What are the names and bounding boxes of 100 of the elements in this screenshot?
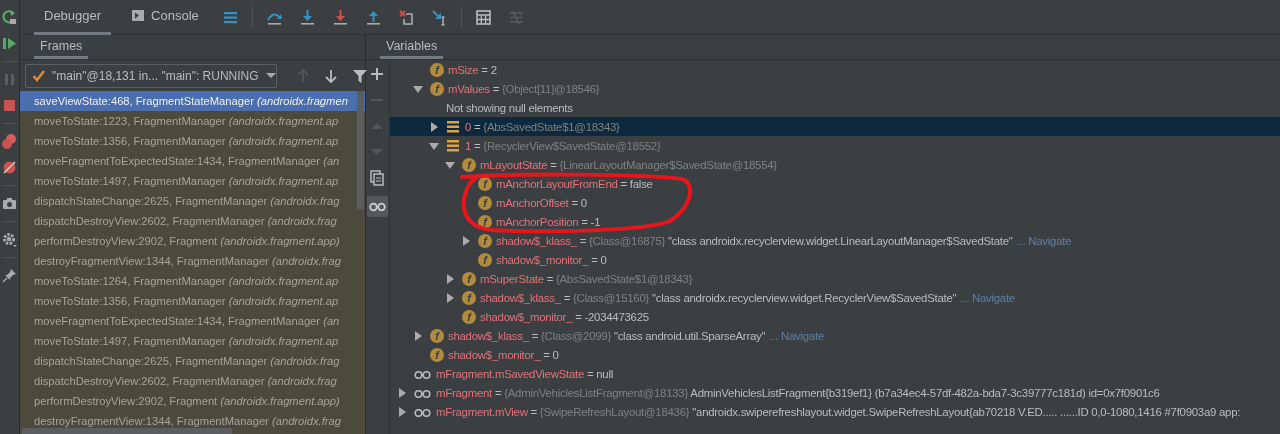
variable-row[interactable]: f mLayoutState = {LinearLayoutManager$SavedState@18554} bbox=[390, 155, 1280, 174]
variable-row[interactable]: f mSuperState = {AbsSavedState$1@18343} bbox=[390, 269, 1280, 288]
variable-entry: mLayoutState = {LinearLayoutManager$SavedState@18554} bbox=[480, 158, 777, 171]
tab[interactable]: Console bbox=[121, 0, 209, 35]
variable-row[interactable]: mFragment.mView = {SwipeRefreshLayout@18436} "androidx.swiperefreshlayout.widget.SwipeRefreshLayout{ab70218 V.ED..... ......ID 0,0-1080,1416 #7f0903a9 app: bbox=[390, 402, 1280, 421]
frame-row[interactable]: moveToState:1356, FragmentManager (androidx.fragment.ap bbox=[20, 131, 365, 151]
field-icon: f bbox=[478, 195, 492, 210]
variable-row[interactable]: f mAnchorOffset = 0 bbox=[390, 193, 1280, 212]
frame-row[interactable]: moveToState:1497, FragmentManager (androidx.fragment.ap bbox=[20, 171, 365, 191]
camera-icon[interactable] bbox=[1, 195, 18, 212]
variable-entry: mFragment.mSavedViewState = null bbox=[436, 367, 613, 380]
expand-arrow-icon[interactable] bbox=[412, 329, 424, 342]
variable-row[interactable]: 1 = {RecyclerView$SavedState@18552} bbox=[390, 136, 1280, 155]
variable-entry: mSize = 2 bbox=[448, 63, 497, 76]
variable-entry: shadow$_klass_ = {Class@16875} "class androidx.recyclerview.widget.LinearLayoutManager$SavedState" bbox=[496, 234, 1013, 247]
variable-row[interactable]: f shadow$_monitor_ = -2034473625 bbox=[390, 307, 1280, 326]
field-icon: f bbox=[430, 62, 444, 77]
variable-row[interactable]: f mAnchorLayoutFromEnd = false bbox=[390, 174, 1280, 193]
info-text: Not showing null elements bbox=[446, 101, 573, 114]
caret-icon bbox=[264, 72, 277, 79]
variable-entry: shadow$_klass_ = {Class@15160} "class androidx.recyclerview.widget.RecyclerView$SavedState" bbox=[480, 291, 957, 304]
variable-entry: mAnchorOffset = 0 bbox=[496, 196, 587, 209]
calculator-icon[interactable] bbox=[474, 8, 492, 26]
filter-icon[interactable] bbox=[352, 67, 368, 84]
frame-row[interactable]: moveFragmentToExpectedState:1434, FragmentManager (an bbox=[20, 311, 365, 331]
variable-row[interactable]: f shadow$_klass_ = {Class@16875} "class androidx.recyclerview.widget.LinearLayoutManager$SavedState" ... Navigate bbox=[390, 231, 1280, 250]
arrow-down-icon[interactable] bbox=[324, 67, 338, 84]
field-icon: f bbox=[430, 81, 444, 96]
step-out-icon[interactable] bbox=[364, 8, 382, 26]
expand-arrow-icon[interactable] bbox=[396, 386, 408, 399]
scrollbar[interactable] bbox=[22, 428, 232, 434]
variable-row[interactable]: 0 = {AbsSavedState$1@18343} bbox=[390, 117, 1280, 136]
field-icon: f bbox=[430, 347, 444, 362]
frame-row[interactable]: destroyFragmentView:1344, FragmentManager (androidx.frag bbox=[20, 251, 365, 271]
field-icon: f bbox=[462, 290, 476, 305]
console-icon bbox=[131, 8, 146, 23]
expand-arrow-icon[interactable] bbox=[444, 291, 456, 304]
step-into-icon[interactable] bbox=[298, 8, 316, 26]
frame-row[interactable]: moveFragmentToExpectedState:1434, FragmentManager (an bbox=[20, 151, 365, 171]
drop-frame-icon[interactable] bbox=[397, 8, 415, 26]
variable-entry: mSuperState = {AbsSavedState$1@18343} bbox=[480, 272, 693, 285]
add-icon[interactable] bbox=[369, 66, 386, 83]
mute-breakpoints-icon[interactable] bbox=[1, 159, 18, 176]
variable-entry: mAnchorPosition = -1 bbox=[496, 215, 601, 228]
field-icon: f bbox=[478, 214, 492, 229]
run-to-cursor-icon[interactable] bbox=[430, 8, 448, 26]
field-icon: f bbox=[462, 271, 476, 286]
frame-row[interactable]: dispatchStateChange:2625, FragmentManager (androidx.frag bbox=[20, 351, 365, 371]
glasses-icon[interactable] bbox=[367, 196, 388, 217]
variable-row[interactable]: f mSize = 2 bbox=[390, 60, 1280, 79]
pin-icon[interactable] bbox=[1, 267, 18, 284]
variable-entry: mAnchorLayoutFromEnd = false bbox=[496, 177, 653, 190]
settings-icon[interactable] bbox=[1, 231, 18, 248]
expand-arrow-icon[interactable] bbox=[428, 120, 440, 133]
rerun-icon[interactable] bbox=[1, 9, 18, 26]
frame-row[interactable]: dispatchDestroyView:2602, FragmentManager (androidx.frag bbox=[20, 211, 365, 231]
field-icon: f bbox=[478, 233, 492, 248]
field-icon: f bbox=[478, 252, 492, 267]
field-icon: f bbox=[462, 157, 476, 172]
variable-entry: mFragment.mView = {SwipeRefreshLayout@18436} "androidx.swiperefreshlayout.widget.SwipeRefreshLayout{ab70218 V.ED..... ......ID 0,0-1080,1416 #7f0903a9 app: bbox=[436, 405, 1241, 418]
frame-row[interactable]: moveToState:1264, FragmentManager (androidx.fragment.ap bbox=[20, 271, 365, 291]
variable-row[interactable]: mFragment.mSavedViewState = null bbox=[390, 364, 1280, 383]
variable-row[interactable]: mFragment = {AdminVehiclesListFragment@18133} AdminVehiclesListFragment{b319ef1} (b7a34ec4-57df-482a-bda7-3c39777c181d) id=0x7f0901c6 bbox=[390, 383, 1280, 402]
stop-icon[interactable] bbox=[1, 97, 18, 114]
scrollbar[interactable] bbox=[357, 91, 364, 209]
resume-icon[interactable] bbox=[1, 35, 18, 52]
frame-row[interactable]: moveToState:1356, FragmentManager (androidx.fragment.ap bbox=[20, 291, 365, 311]
variable-entry: mValues = {Object[11]@18546} bbox=[448, 82, 600, 95]
list-icon bbox=[446, 119, 460, 134]
variable-entry: 0 = {AbsSavedState$1@18343} bbox=[465, 120, 620, 133]
thread-dropdown[interactable]: "main"@18,131 in... "main": RUNNING bbox=[25, 63, 277, 88]
variable-entry: shadow$_klass_ = {Class@2099} "class android.util.SparseArray" bbox=[448, 329, 766, 342]
frame-row[interactable]: performDestroyView:2902, Fragment (androidx.fragment.app) bbox=[20, 391, 365, 411]
variable-entry: shadow$_monitor_ = 0 bbox=[448, 348, 559, 361]
force-step-into-icon[interactable] bbox=[331, 8, 349, 26]
variable-row[interactable]: f shadow$_klass_ = {Class@2099} "class android.util.SparseArray" ... Navigate bbox=[390, 326, 1280, 345]
frame-row[interactable]: dispatchDestroyView:2602, FragmentManager (androidx.frag bbox=[20, 371, 365, 391]
expand-arrow-icon[interactable] bbox=[460, 234, 472, 247]
frame-row[interactable]: dispatchStateChange:2625, FragmentManager (androidx.frag bbox=[20, 191, 365, 211]
variable-row[interactable]: f shadow$_klass_ = {Class@15160} "class androidx.recyclerview.widget.RecyclerView$SavedState" ... Navigate bbox=[390, 288, 1280, 307]
variable-row[interactable]: f shadow$_monitor_ = 0 bbox=[390, 345, 1280, 364]
frame-row[interactable]: moveToState:1497, FragmentManager (androidx.fragment.ap bbox=[20, 331, 365, 351]
copy-icon[interactable] bbox=[369, 170, 386, 187]
field-icon: f bbox=[462, 309, 476, 324]
check-icon bbox=[32, 69, 46, 82]
variable-row[interactable]: f shadow$_monitor_ = 0 bbox=[390, 250, 1280, 269]
frame-row[interactable]: destroyFragmentView:1344, FragmentManager (androidx.frag bbox=[20, 411, 365, 431]
expand-arrow-icon[interactable] bbox=[396, 405, 408, 418]
panel-title: Variables bbox=[380, 39, 444, 59]
breakpoints-icon[interactable] bbox=[1, 133, 18, 150]
frame-row[interactable]: moveToState:1223, FragmentManager (androidx.fragment.ap bbox=[20, 111, 365, 131]
expand-arrow-icon[interactable] bbox=[444, 272, 456, 285]
frame-row[interactable]: saveViewState:468, FragmentStateManager (androidx.fragmen bbox=[20, 91, 365, 111]
field-icon: f bbox=[430, 328, 444, 343]
variable-row[interactable]: f mAnchorPosition = -1 bbox=[390, 212, 1280, 231]
variable-entry: shadow$_monitor_ = 0 bbox=[496, 253, 607, 266]
list-icon bbox=[446, 138, 460, 153]
variable-entry: 1 = {RecyclerView$SavedState@18552} bbox=[465, 139, 661, 152]
variable-row[interactable]: f mValues = {Object[11]@18546} bbox=[390, 79, 1280, 98]
frame-row[interactable]: performDestroyView:2902, Fragment (androidx.fragment.app) bbox=[20, 231, 365, 251]
